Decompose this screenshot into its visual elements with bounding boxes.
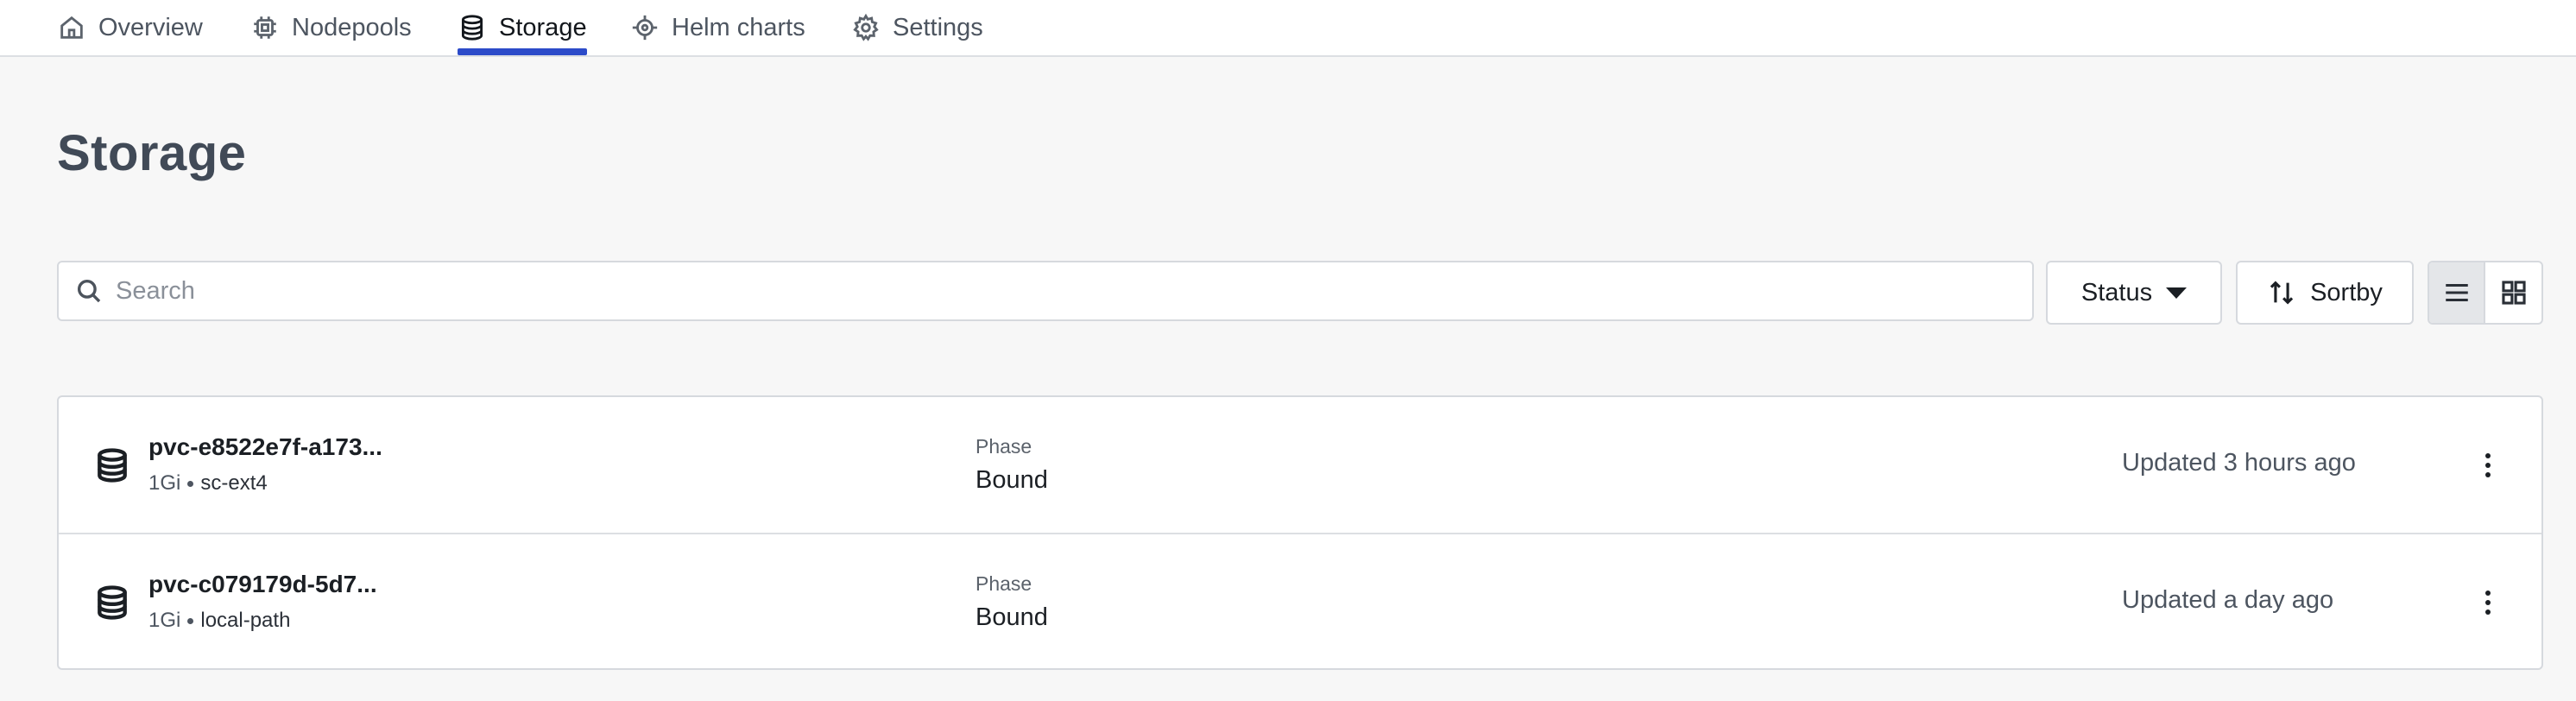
pvc-size: 1Gi xyxy=(148,609,181,632)
sort-arrows-icon xyxy=(2270,281,2294,305)
phase-value: Bound xyxy=(975,603,1048,631)
pvc-size: 1Gi xyxy=(148,471,181,495)
updated-time: Updated 3 hours ago xyxy=(2122,449,2356,477)
page-title: Storage xyxy=(57,125,247,181)
gear-icon xyxy=(853,13,879,41)
chip-icon xyxy=(254,16,276,39)
list-item[interactable]: pvc-c079179d-5d7... 1Gi local-path Phase… xyxy=(59,533,2541,668)
tab-label: Settings xyxy=(893,13,983,41)
sort-button[interactable]: Sortby xyxy=(2236,261,2414,325)
view-toggle xyxy=(2428,261,2543,325)
grid-icon xyxy=(2501,281,2526,305)
pvc-meta: 1Gi local-path xyxy=(148,609,290,633)
caret-down-icon xyxy=(2166,287,2188,299)
tab-label: Nodepools xyxy=(292,13,412,41)
more-actions-icon[interactable] xyxy=(2471,445,2505,485)
tab-storage[interactable]: Storage xyxy=(458,0,587,55)
tab-settings[interactable]: Settings xyxy=(851,0,983,55)
phase-value: Bound xyxy=(975,466,1048,494)
status-filter-label: Status xyxy=(2080,278,2153,306)
grid-view-button[interactable] xyxy=(2485,262,2541,323)
pvc-storage-class: sc-ext4 xyxy=(200,471,268,495)
tab-overview[interactable]: Overview xyxy=(57,0,203,55)
pvc-meta: 1Gi sc-ext4 xyxy=(148,471,268,496)
pvc-name[interactable]: pvc-e8522e7f-a173... xyxy=(148,433,382,461)
list-item[interactable]: pvc-e8522e7f-a173... 1Gi sc-ext4 Phase B… xyxy=(59,397,2541,533)
phase-label: Phase xyxy=(975,435,1032,458)
search-input[interactable] xyxy=(116,276,2032,306)
tab-bar: Overview Nodepools Storage Helm charts S… xyxy=(0,0,2576,57)
separator-dot xyxy=(187,617,194,624)
tab-label: Storage xyxy=(499,13,587,41)
database-icon xyxy=(461,15,483,41)
helm-icon xyxy=(632,15,658,41)
phase-label: Phase xyxy=(975,572,1032,595)
active-tab-indicator xyxy=(458,48,587,55)
search-box xyxy=(57,261,2034,321)
search-icon xyxy=(77,279,101,303)
home-icon xyxy=(60,16,83,39)
separator-dot xyxy=(187,480,194,487)
database-icon xyxy=(93,445,131,485)
tab-helm-charts[interactable]: Helm charts xyxy=(630,0,805,55)
sort-label: Sortby xyxy=(2310,278,2383,306)
tab-nodepools[interactable]: Nodepools xyxy=(250,0,412,55)
storage-list: pvc-e8522e7f-a173... 1Gi sc-ext4 Phase B… xyxy=(57,395,2543,670)
more-actions-icon[interactable] xyxy=(2471,583,2505,622)
updated-time: Updated a day ago xyxy=(2122,586,2334,614)
list-view-button[interactable] xyxy=(2429,262,2486,323)
database-icon xyxy=(93,583,131,622)
pvc-storage-class: local-path xyxy=(200,609,291,632)
status-filter-button[interactable]: Status xyxy=(2046,261,2222,325)
list-icon xyxy=(2445,283,2468,302)
tab-label: Helm charts xyxy=(672,13,805,41)
tab-label: Overview xyxy=(98,13,203,41)
pvc-name[interactable]: pvc-c079179d-5d7... xyxy=(148,571,377,598)
